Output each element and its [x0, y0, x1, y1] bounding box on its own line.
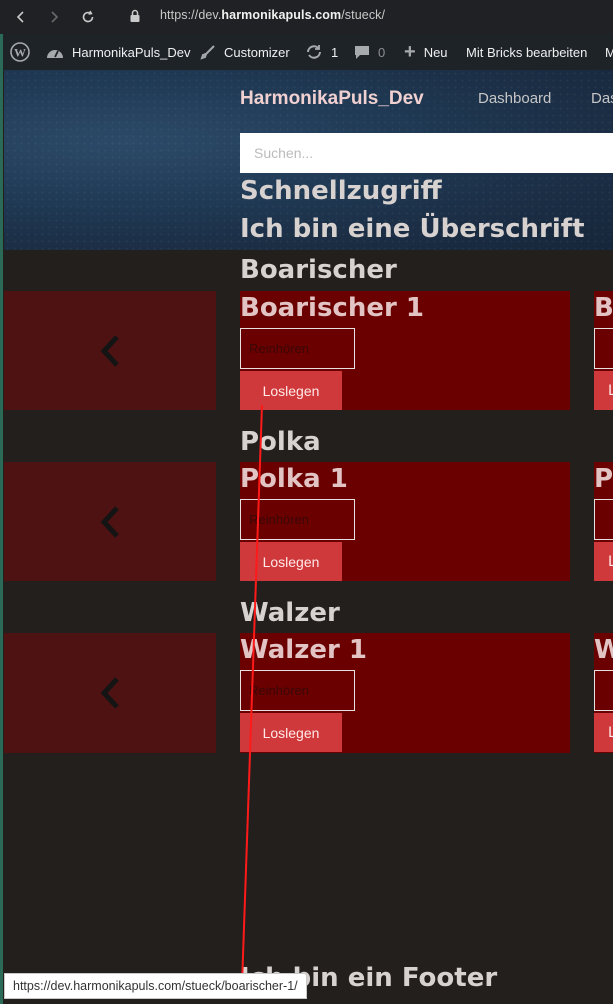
listen-button[interactable]: Reinhören: [240, 670, 355, 711]
site-name-label: HarmonikaPuls_Dev: [72, 44, 191, 60]
next-card-title: B: [594, 293, 613, 323]
carousel-prev-button[interactable]: [4, 462, 216, 581]
admin-bar: W HarmonikaPuls_Dev Customizer 1 0 + Neu…: [0, 34, 613, 70]
window-edge: [0, 34, 3, 1004]
next-song-card[interactable]: P L: [594, 462, 613, 581]
listen-button[interactable]: Reinhören: [240, 499, 355, 540]
bricks-edit-link[interactable]: Mit Bricks bearbeiten: [466, 34, 587, 70]
section-title-boarischer: Boarischer: [240, 255, 397, 285]
next-card-title: W: [594, 635, 613, 665]
song-card[interactable]: Walzer 1 Reinhören Loslegen: [240, 633, 570, 753]
carousel-prev-button[interactable]: [4, 633, 216, 753]
comment-icon: [354, 45, 370, 60]
section-title-polka: Polka: [240, 427, 321, 457]
comments-link[interactable]: 0: [354, 34, 385, 70]
next-card-listen-button[interactable]: [594, 499, 613, 540]
song-card-title[interactable]: Walzer 1: [240, 635, 367, 665]
dashboard-icon: [46, 45, 64, 59]
overflow-letter: M: [605, 44, 613, 60]
listen-button[interactable]: Reinhören: [240, 328, 355, 369]
next-song-card[interactable]: W L: [594, 633, 613, 753]
customizer-link[interactable]: Customizer: [200, 34, 290, 70]
comments-count: 0: [378, 44, 386, 60]
chevron-left-icon: [100, 334, 119, 367]
next-card-start-button[interactable]: L: [594, 371, 613, 410]
url-prefix: https://dev.: [160, 8, 222, 22]
nav-link-dashboard[interactable]: Dashboard: [478, 90, 551, 107]
updates-count: 1: [331, 44, 339, 60]
url-path: /stueck/: [341, 8, 386, 22]
updates-link[interactable]: 1: [305, 34, 338, 70]
next-card-title: P: [594, 464, 613, 494]
start-button[interactable]: Loslegen: [240, 713, 342, 752]
song-card[interactable]: Boarischer 1 Reinhören Loslegen: [240, 291, 570, 410]
bricks-label: Mit Bricks bearbeiten: [466, 44, 588, 60]
site-title[interactable]: HarmonikaPuls_Dev: [240, 88, 424, 110]
reload-icon[interactable]: [77, 6, 99, 28]
forward-icon[interactable]: [43, 6, 65, 28]
search-input[interactable]: [240, 133, 613, 173]
chevron-left-icon: [100, 677, 119, 709]
back-icon[interactable]: [10, 6, 32, 28]
carousel-prev-button[interactable]: [4, 291, 216, 410]
sample-heading: Ich bin eine Überschrift: [240, 214, 585, 244]
wordpress-menu[interactable]: W: [10, 34, 30, 70]
updates-icon: [305, 44, 323, 60]
admin-bar-overflow[interactable]: M: [605, 34, 613, 70]
song-card-title[interactable]: Polka 1: [240, 464, 348, 494]
svg-text:W: W: [14, 46, 26, 60]
lock-icon[interactable]: [129, 9, 141, 23]
plus-icon: +: [404, 40, 416, 63]
section-title-walzer: Walzer: [240, 598, 340, 628]
start-button[interactable]: Loslegen: [240, 542, 342, 581]
status-bar-url: https://dev.harmonikapuls.com/stueck/boa…: [4, 973, 307, 999]
next-song-card[interactable]: B L: [594, 291, 613, 410]
new-content-link[interactable]: + Neu: [404, 34, 448, 70]
brush-icon: [200, 44, 216, 60]
new-label: Neu: [423, 44, 448, 60]
song-card[interactable]: Polka 1 Reinhören Loslegen: [240, 462, 570, 581]
song-card-title[interactable]: Boarischer 1: [240, 293, 424, 323]
quick-access-heading: Schnellzugriff: [240, 176, 442, 206]
chevron-left-icon: [100, 505, 119, 538]
wordpress-logo-icon: W: [10, 42, 30, 62]
nav-link-overflow[interactable]: Das: [591, 90, 613, 107]
next-card-listen-button[interactable]: [594, 328, 613, 369]
next-card-start-button[interactable]: L: [594, 542, 613, 581]
customizer-label: Customizer: [224, 44, 290, 60]
start-button[interactable]: Loslegen: [240, 371, 342, 410]
address-bar[interactable]: https://dev.harmonikapuls.com/stueck/: [160, 8, 385, 22]
site-name-menu[interactable]: HarmonikaPuls_Dev: [46, 34, 191, 70]
next-card-start-button[interactable]: L: [594, 713, 613, 752]
url-domain: harmonikapuls.com: [221, 8, 342, 22]
next-card-listen-button[interactable]: [594, 670, 613, 711]
browser-toolbar: https://dev.harmonikapuls.com/stueck/: [0, 0, 613, 34]
